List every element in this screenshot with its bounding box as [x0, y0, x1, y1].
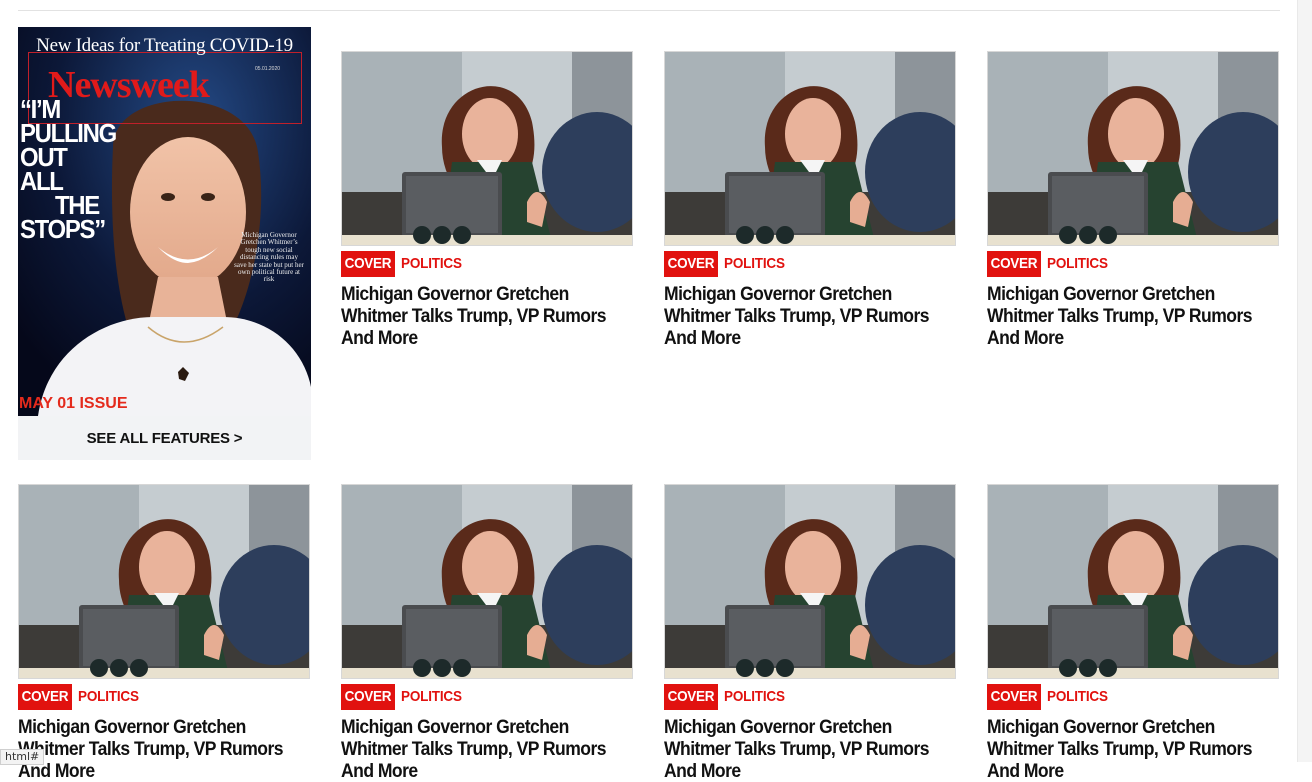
cover-tag[interactable]: COVER: [664, 683, 718, 710]
article-card: COVER POLITICS Michigan Governor Gretche…: [664, 484, 957, 782]
cover-date: 05.01.2020: [255, 66, 281, 72]
article-headline-link[interactable]: Michigan Governor Gretchen Whitmer Talks…: [341, 283, 634, 349]
article-thumbnail[interactable]: [664, 51, 956, 246]
page-scrollbar[interactable]: [1297, 0, 1312, 762]
article-tags: COVER POLITICS: [664, 683, 957, 710]
article-tags: COVER POLITICS: [987, 683, 1280, 710]
section-tag-politics[interactable]: POLITICS: [724, 688, 785, 705]
section-tag-politics[interactable]: POLITICS: [1047, 255, 1108, 272]
status-bar-url: html#: [0, 749, 45, 765]
cover-headline: “I’M PULLING OUT ALL THE STOPS”: [20, 96, 117, 244]
article-card: COVER POLITICS Michigan Governor Gretche…: [341, 484, 634, 782]
article-headline-link[interactable]: Michigan Governor Gretchen Whitmer Talks…: [987, 283, 1280, 349]
article-thumbnail[interactable]: [664, 484, 956, 679]
cover-feature-card: New Ideas for Treating COVID-19 Newsweek…: [18, 27, 311, 460]
article-card: COVER POLITICS Michigan Governor Gretche…: [987, 51, 1280, 349]
article-tags: COVER POLITICS: [341, 683, 634, 710]
section-tag-politics[interactable]: POLITICS: [401, 688, 462, 705]
article-tags: COVER POLITICS: [987, 250, 1280, 277]
article-headline-link[interactable]: Michigan Governor Gretchen Whitmer Talks…: [341, 716, 634, 782]
article-card: COVER POLITICS Michigan Governor Gretche…: [664, 51, 957, 349]
article-thumbnail[interactable]: [18, 484, 310, 679]
article-tags: COVER POLITICS: [18, 683, 311, 710]
article-thumbnail[interactable]: [987, 51, 1279, 246]
article-headline-link[interactable]: Michigan Governor Gretchen Whitmer Talks…: [664, 283, 957, 349]
article-card: COVER POLITICS Michigan Governor Gretche…: [341, 51, 634, 349]
cover-tag[interactable]: COVER: [341, 250, 395, 277]
cover-tag[interactable]: COVER: [987, 683, 1041, 710]
article-card: COVER POLITICS Michigan Governor Gretche…: [987, 484, 1280, 782]
section-tag-politics[interactable]: POLITICS: [401, 255, 462, 272]
article-thumbnail[interactable]: [341, 484, 633, 679]
section-tag-politics[interactable]: POLITICS: [724, 255, 785, 272]
see-all-features-link[interactable]: SEE ALL FEATURES >: [18, 416, 311, 460]
top-divider: [18, 10, 1280, 11]
article-tags: COVER POLITICS: [664, 250, 957, 277]
issue-label[interactable]: MAY 01 ISSUE: [19, 395, 128, 413]
cover-tag[interactable]: COVER: [987, 250, 1041, 277]
article-headline-link[interactable]: Michigan Governor Gretchen Whitmer Talks…: [664, 716, 957, 782]
article-thumbnail[interactable]: [987, 484, 1279, 679]
article-headline-link[interactable]: Michigan Governor Gretchen Whitmer Talks…: [987, 716, 1280, 782]
cover-tag[interactable]: COVER: [664, 250, 718, 277]
article-tags: COVER POLITICS: [341, 250, 634, 277]
section-tag-politics[interactable]: POLITICS: [1047, 688, 1108, 705]
article-card: COVER POLITICS Michigan Governor Gretche…: [18, 484, 311, 782]
article-headline-link[interactable]: Michigan Governor Gretchen Whitmer Talks…: [18, 716, 311, 782]
cover-tag[interactable]: COVER: [341, 683, 395, 710]
section-tag-politics[interactable]: POLITICS: [78, 688, 139, 705]
cover-masthead: New Ideas for Treating COVID-19: [36, 35, 293, 56]
cover-tag[interactable]: COVER: [18, 683, 72, 710]
article-thumbnail[interactable]: [341, 51, 633, 246]
cover-blurb: Michigan Governor Gretchen Whitmer’s tou…: [234, 231, 304, 284]
cover-headline-line: STOPS”: [20, 214, 106, 244]
magazine-cover-image[interactable]: New Ideas for Treating COVID-19 Newsweek…: [18, 27, 311, 416]
